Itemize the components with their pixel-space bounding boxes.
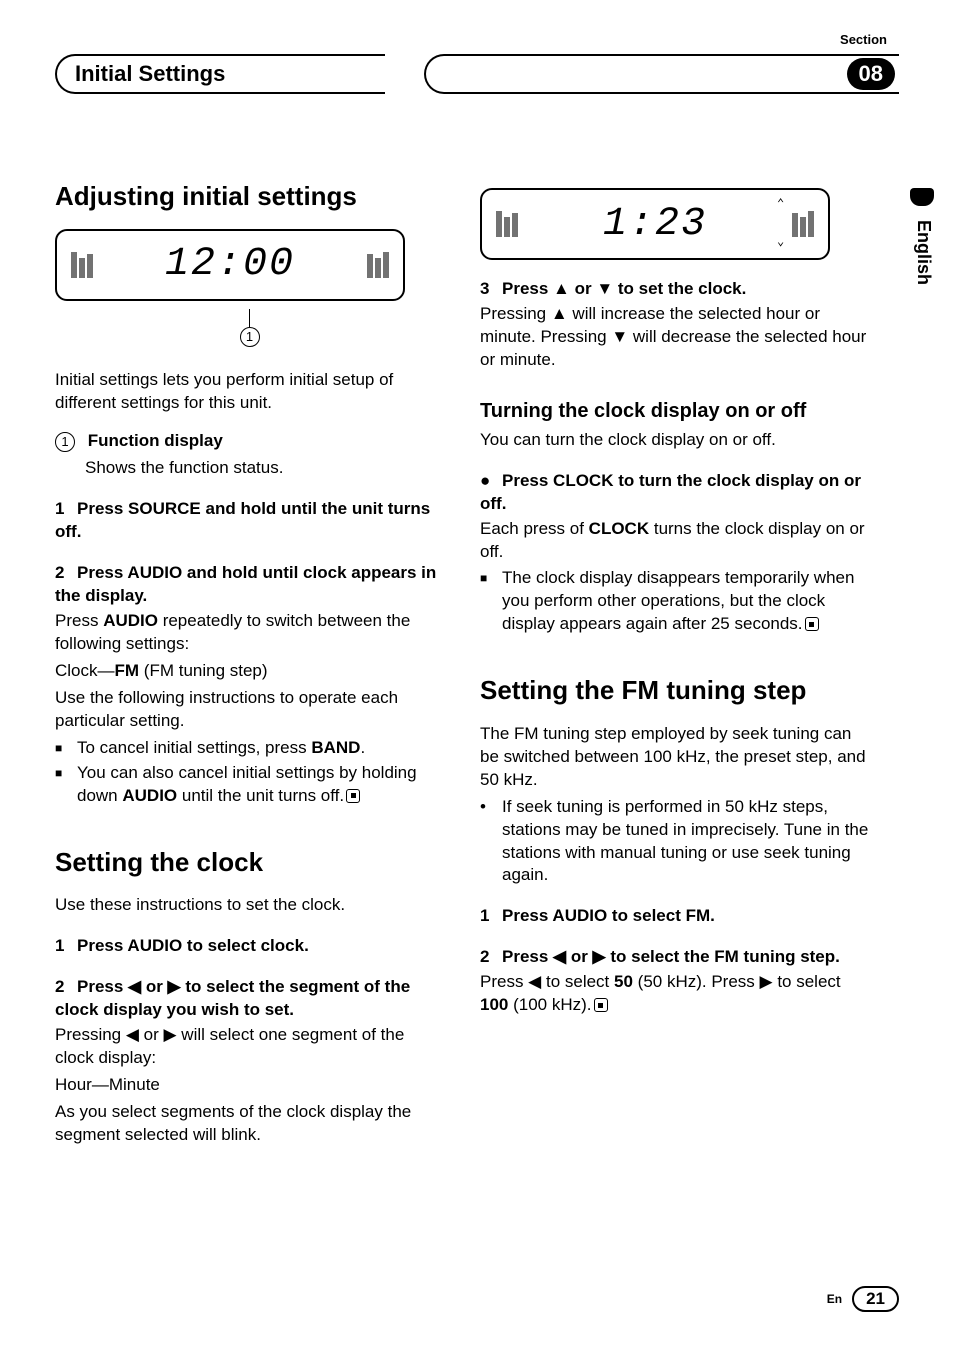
clock-step-2-seg: Hour—Minute [55, 1074, 444, 1097]
section-pill: 08 [424, 54, 899, 94]
step-1-text: Press SOURCE and hold until the unit tur… [55, 499, 430, 541]
clock-intro: Use these instructions to set the clock. [55, 894, 444, 917]
clock-step-3-body: Pressing ▲ will increase the selected ho… [480, 303, 869, 372]
up-arrow-icon: ⌃ [777, 196, 786, 211]
square-bullet-icon: ■ [480, 567, 502, 636]
heading-fm-tuning-step: Setting the FM tuning step [480, 676, 869, 705]
callout-circle-1: 1 [240, 327, 260, 347]
callout-1: 1 [55, 309, 444, 347]
note-clock-disappears: ■ The clock display disappears temporari… [480, 567, 869, 636]
heading-adjusting-initial-settings: Adjusting initial settings [55, 182, 444, 211]
chapter-title: Initial Settings [75, 61, 225, 87]
clock-step-2-text: Press ◀ or ▶ to select the segment of th… [55, 977, 410, 1019]
clock-step-3-text: Press ▲ or ▼ to set the clock. [502, 279, 746, 298]
fm-step-2-text: Press ◀ or ▶ to select the FM tuning ste… [502, 947, 840, 966]
section-number-badge: 08 [847, 58, 895, 90]
lcd-time-123: ⌃ 1:23 ⌄ [603, 202, 707, 247]
page-footer: En 21 [827, 1286, 899, 1312]
function-display-title: Function display [88, 431, 223, 450]
step-2-text: Press AUDIO and hold until clock appears… [55, 563, 436, 605]
step-2-body-3: Use the following instructions to operat… [55, 687, 444, 733]
step-2-audio: 2Press AUDIO and hold until clock appear… [55, 562, 444, 608]
eq-icon-right [367, 252, 389, 278]
footer-page-number: 21 [852, 1286, 899, 1312]
eq-icon-left [496, 211, 518, 237]
language-side-tab: English [913, 220, 934, 285]
square-bullet-icon: ■ [55, 737, 77, 760]
bullet-cancel-audio: ■ You can also cancel initial settings b… [55, 762, 444, 808]
section-end-icon [594, 998, 608, 1012]
clock-step-3: 3Press ▲ or ▼ to set the clock. [480, 278, 869, 301]
function-display-row: 1 Function display [55, 430, 444, 453]
chapter-bar: Initial Settings 08 [55, 54, 899, 94]
fm-step-2-body: Press ◀ to select 50 (50 kHz). Press ▶ t… [480, 971, 869, 1017]
fm-step-2: 2Press ◀ or ▶ to select the FM tuning st… [480, 946, 869, 969]
clock-onoff-intro: You can turn the clock display on or off… [480, 429, 869, 452]
bullet-step-clock-text: Press CLOCK to turn the clock display on… [480, 471, 861, 513]
lcd-time-1200: 12:00 [165, 242, 295, 287]
round-bullet-icon: • [480, 796, 502, 888]
step-2-body-2: Clock—FM (FM tuning step) [55, 660, 444, 683]
page-header: Section Initial Settings 08 [55, 32, 899, 92]
chapter-title-pill: Initial Settings [55, 54, 385, 94]
right-column: ⌃ 1:23 ⌄ 3Press ▲ or ▼ to set the clock.… [480, 182, 899, 1151]
fm-note-text: If seek tuning is performed in 50 kHz st… [502, 796, 869, 888]
fm-intro: The FM tuning step employed by seek tuni… [480, 723, 869, 792]
fm-step-1-text: Press AUDIO to select FM. [502, 906, 715, 925]
footer-language: En [827, 1292, 842, 1306]
square-bullet-icon: ■ [55, 762, 77, 808]
down-arrow-icon: ⌄ [777, 234, 786, 249]
bullet-step-clock-body: Each press of CLOCK turns the clock disp… [480, 518, 869, 564]
clock-step-2-body: Pressing ◀ or ▶ will select one segment … [55, 1024, 444, 1070]
eq-icon-right [792, 211, 814, 237]
step-1-source: 1Press SOURCE and hold until the unit tu… [55, 498, 444, 544]
function-display-desc: Shows the function status. [55, 457, 444, 480]
section-end-icon [346, 789, 360, 803]
fm-step-1: 1Press AUDIO to select FM. [480, 905, 869, 928]
clock-step-2-note: As you select segments of the clock disp… [55, 1101, 444, 1147]
heading-setting-the-clock: Setting the clock [55, 848, 444, 877]
section-end-icon [805, 617, 819, 631]
lcd-illustration-clock: 12:00 [55, 229, 405, 301]
section-label: Section [840, 32, 887, 47]
side-tab-marker [910, 188, 934, 206]
circled-1-icon: 1 [55, 432, 75, 452]
lcd-illustration-123: ⌃ 1:23 ⌄ [480, 188, 830, 260]
clock-step-2: 2Press ◀ or ▶ to select the segment of t… [55, 976, 444, 1022]
left-column: Adjusting initial settings 12:00 1 Initi… [55, 182, 444, 1151]
intro-text: Initial settings lets you perform initia… [55, 369, 444, 415]
eq-icon-left [71, 252, 93, 278]
heading-clock-display-onoff: Turning the clock display on or off [480, 400, 869, 423]
bullet-cancel-band: ■ To cancel initial settings, press BAND… [55, 737, 444, 760]
step-2-body-1: Press AUDIO repeatedly to switch between… [55, 610, 444, 656]
bullet-step-clock: ●Press CLOCK to turn the clock display o… [480, 470, 869, 516]
fm-note-bullet: • If seek tuning is performed in 50 kHz … [480, 796, 869, 888]
clock-step-1: 1Press AUDIO to select clock. [55, 935, 444, 958]
clock-step-1-text: Press AUDIO to select clock. [77, 936, 309, 955]
